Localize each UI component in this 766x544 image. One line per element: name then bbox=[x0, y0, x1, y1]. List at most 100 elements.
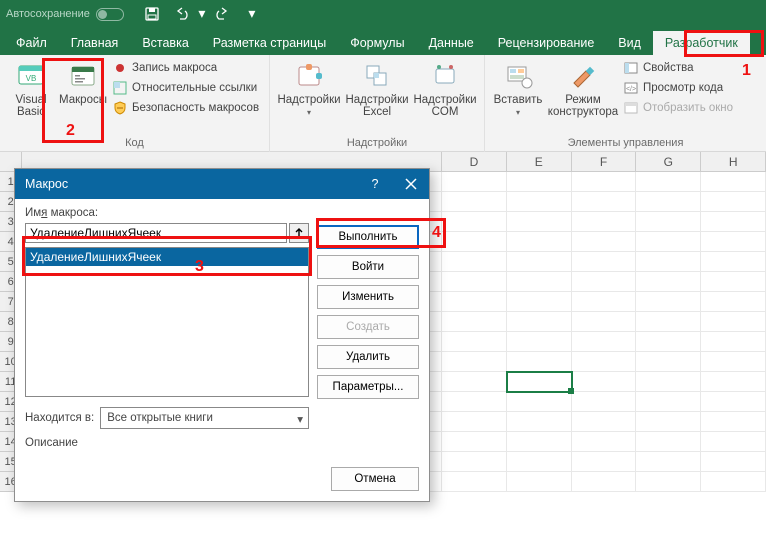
cell[interactable] bbox=[701, 452, 766, 472]
cell[interactable] bbox=[636, 172, 701, 192]
column-header[interactable]: G bbox=[636, 152, 701, 172]
cell[interactable] bbox=[701, 372, 766, 392]
tab-developer[interactable]: Разработчик bbox=[653, 31, 750, 55]
cancel-button[interactable]: Отмена bbox=[331, 467, 419, 491]
macro-listbox[interactable]: УдалениеЛишнихЯчеек bbox=[25, 247, 309, 397]
cell[interactable] bbox=[636, 472, 701, 492]
cell[interactable] bbox=[507, 312, 572, 332]
cell[interactable] bbox=[701, 412, 766, 432]
cell[interactable] bbox=[572, 212, 637, 232]
macro-name-input[interactable] bbox=[25, 223, 287, 243]
redo-icon[interactable] bbox=[212, 6, 232, 22]
cell[interactable] bbox=[572, 312, 637, 332]
cell[interactable] bbox=[442, 352, 507, 372]
cell[interactable] bbox=[636, 212, 701, 232]
cell[interactable] bbox=[636, 372, 701, 392]
insert-control-button[interactable]: Вставить▾ bbox=[491, 58, 545, 121]
cell[interactable] bbox=[572, 192, 637, 212]
cell[interactable] bbox=[701, 332, 766, 352]
cell[interactable] bbox=[572, 472, 637, 492]
cell[interactable] bbox=[636, 232, 701, 252]
tab-page-layout[interactable]: Разметка страницы bbox=[201, 31, 338, 55]
cell[interactable] bbox=[442, 472, 507, 492]
cell[interactable] bbox=[442, 432, 507, 452]
cell[interactable] bbox=[636, 272, 701, 292]
tab-file[interactable]: Файл bbox=[4, 31, 59, 55]
cell[interactable] bbox=[442, 292, 507, 312]
edit-button[interactable]: Изменить bbox=[317, 285, 419, 309]
qat-customize-icon[interactable]: ▾ bbox=[242, 5, 262, 22]
cell[interactable] bbox=[442, 372, 507, 392]
cell[interactable] bbox=[507, 252, 572, 272]
cell[interactable] bbox=[442, 212, 507, 232]
cell[interactable] bbox=[701, 432, 766, 452]
undo-dropdown-icon[interactable]: ▾ bbox=[192, 5, 212, 22]
cell[interactable] bbox=[507, 292, 572, 312]
cell[interactable] bbox=[701, 472, 766, 492]
tab-review[interactable]: Рецензирование bbox=[486, 31, 607, 55]
macro-security-button[interactable]: Безопасность макросов bbox=[110, 98, 261, 118]
cell[interactable] bbox=[572, 352, 637, 372]
cell[interactable] bbox=[701, 172, 766, 192]
macro-location-select[interactable]: Все открытые книги bbox=[100, 407, 309, 429]
cell[interactable] bbox=[442, 272, 507, 292]
cell[interactable] bbox=[701, 312, 766, 332]
dialog-titlebar[interactable]: Макрос ? bbox=[15, 169, 429, 199]
addins-button[interactable]: Надстройки▾ bbox=[276, 58, 342, 121]
cell[interactable] bbox=[507, 332, 572, 352]
tab-formulas[interactable]: Формулы bbox=[338, 31, 416, 55]
cell[interactable] bbox=[572, 252, 637, 272]
cell[interactable] bbox=[507, 372, 572, 392]
cell[interactable] bbox=[507, 352, 572, 372]
cell[interactable] bbox=[507, 212, 572, 232]
dialog-close-button[interactable] bbox=[393, 169, 429, 199]
visual-basic-button[interactable]: VB Visual Basic bbox=[6, 58, 56, 120]
run-dialog-button[interactable]: Отобразить окно bbox=[621, 98, 735, 118]
step-into-button[interactable]: Войти bbox=[317, 255, 419, 279]
cell[interactable] bbox=[507, 452, 572, 472]
com-addins-button[interactable]: Надстройки COM bbox=[412, 58, 478, 120]
cell[interactable] bbox=[701, 232, 766, 252]
macro-reference-button[interactable] bbox=[289, 223, 309, 243]
cell[interactable] bbox=[507, 432, 572, 452]
cell[interactable] bbox=[701, 252, 766, 272]
save-icon[interactable] bbox=[142, 6, 162, 22]
cell[interactable] bbox=[636, 392, 701, 412]
cell[interactable] bbox=[507, 232, 572, 252]
cell[interactable] bbox=[442, 252, 507, 272]
cell[interactable] bbox=[701, 392, 766, 412]
undo-icon[interactable] bbox=[172, 6, 192, 22]
properties-button[interactable]: Свойства bbox=[621, 58, 735, 78]
cell[interactable] bbox=[636, 332, 701, 352]
cell[interactable] bbox=[442, 172, 507, 192]
dialog-help-button[interactable]: ? bbox=[357, 169, 393, 199]
cell[interactable] bbox=[572, 432, 637, 452]
autosave-toggle[interactable] bbox=[96, 8, 124, 21]
cell[interactable] bbox=[442, 192, 507, 212]
cell[interactable] bbox=[572, 452, 637, 472]
delete-button[interactable]: Удалить bbox=[317, 345, 419, 369]
cell[interactable] bbox=[507, 392, 572, 412]
cell[interactable] bbox=[507, 472, 572, 492]
cell[interactable] bbox=[636, 352, 701, 372]
cell[interactable] bbox=[442, 392, 507, 412]
cell[interactable] bbox=[442, 412, 507, 432]
cell[interactable] bbox=[701, 352, 766, 372]
tab-view[interactable]: Вид bbox=[606, 31, 653, 55]
cell[interactable] bbox=[636, 252, 701, 272]
cell[interactable] bbox=[701, 192, 766, 212]
cell[interactable] bbox=[636, 192, 701, 212]
tab-data[interactable]: Данные bbox=[417, 31, 486, 55]
cell[interactable] bbox=[572, 272, 637, 292]
cell[interactable] bbox=[572, 412, 637, 432]
options-button[interactable]: Параметры... bbox=[317, 375, 419, 399]
view-code-button[interactable]: </> Просмотр кода bbox=[621, 78, 735, 98]
relative-refs-button[interactable]: Относительные ссылки bbox=[110, 78, 261, 98]
cell[interactable] bbox=[572, 292, 637, 312]
cell[interactable] bbox=[572, 172, 637, 192]
column-header[interactable]: F bbox=[572, 152, 637, 172]
cell[interactable] bbox=[636, 412, 701, 432]
cell[interactable] bbox=[507, 172, 572, 192]
cell[interactable] bbox=[636, 292, 701, 312]
cell[interactable] bbox=[636, 312, 701, 332]
